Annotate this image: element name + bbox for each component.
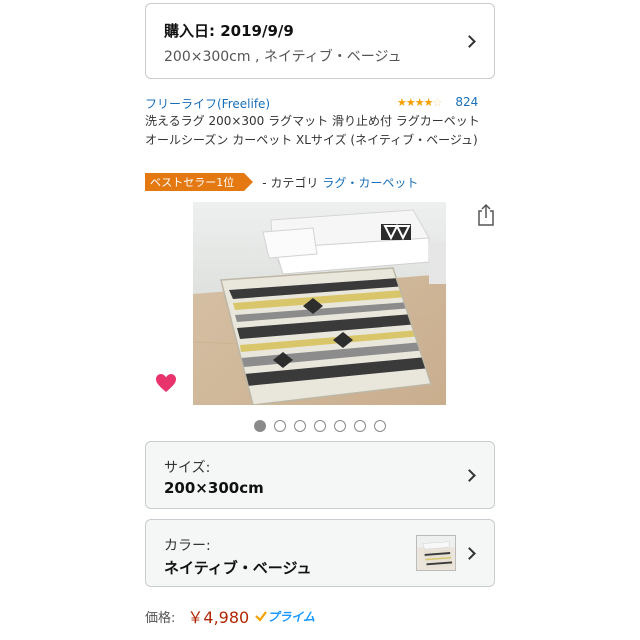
chevron-right-icon	[463, 469, 476, 482]
rating[interactable]: ★★★★☆ 824	[397, 95, 478, 109]
bestseller-badge: ベストセラー1位	[145, 173, 254, 191]
price-row: 価格: ￥4,980 プライム	[145, 605, 315, 627]
purchase-date: 購入日: 2019/9/9	[164, 22, 294, 40]
price-value: ￥4,980	[187, 608, 250, 627]
color-swatch-thumbnail	[416, 535, 456, 571]
check-icon	[255, 611, 268, 622]
prime-badge: プライム	[267, 609, 315, 624]
brand-link[interactable]: フリーライフ(Freelife)	[145, 95, 270, 112]
product-image[interactable]	[193, 202, 446, 405]
chevron-right-icon	[463, 547, 476, 560]
chevron-right-icon	[463, 35, 476, 48]
color-selector[interactable]: カラー: ネイティブ・ベージュ	[145, 519, 495, 587]
size-selector[interactable]: サイズ: 200×300cm	[145, 441, 495, 509]
purchase-variant: 200×300cm , ネイティブ・ベージュ	[164, 49, 402, 65]
gallery-dot[interactable]	[334, 420, 346, 432]
gallery-pagination	[254, 420, 386, 432]
gallery-dot[interactable]	[374, 420, 386, 432]
category-prefix: - カテゴリ	[262, 175, 319, 190]
color-value: ネイティブ・ベージュ	[164, 559, 312, 577]
gallery-dot[interactable]	[294, 420, 306, 432]
product-title: 洗えるラグ 200×300 ラグマット 滑り止め付 ラグカーペット オールシーズ…	[145, 114, 480, 147]
gallery-dot[interactable]	[274, 420, 286, 432]
category-link[interactable]: ラグ・カーペット	[322, 174, 418, 191]
bestseller-row: ベストセラー1位 - カテゴリ ラグ・カーペット	[145, 172, 418, 192]
gallery-dot[interactable]	[254, 420, 266, 432]
review-count[interactable]: 824	[455, 95, 478, 109]
heart-icon[interactable]	[155, 373, 177, 393]
size-value: 200×300cm	[164, 479, 264, 497]
gallery-dot[interactable]	[354, 420, 366, 432]
price-label: 価格:	[145, 610, 176, 626]
star-rating-icon: ★★★★☆	[397, 95, 442, 109]
size-label: サイズ:	[164, 460, 211, 476]
color-label: カラー:	[164, 538, 211, 554]
purchase-history-card[interactable]: 購入日: 2019/9/9 200×300cm , ネイティブ・ベージュ	[145, 3, 495, 79]
gallery-dot[interactable]	[314, 420, 326, 432]
share-icon[interactable]	[477, 203, 495, 227]
